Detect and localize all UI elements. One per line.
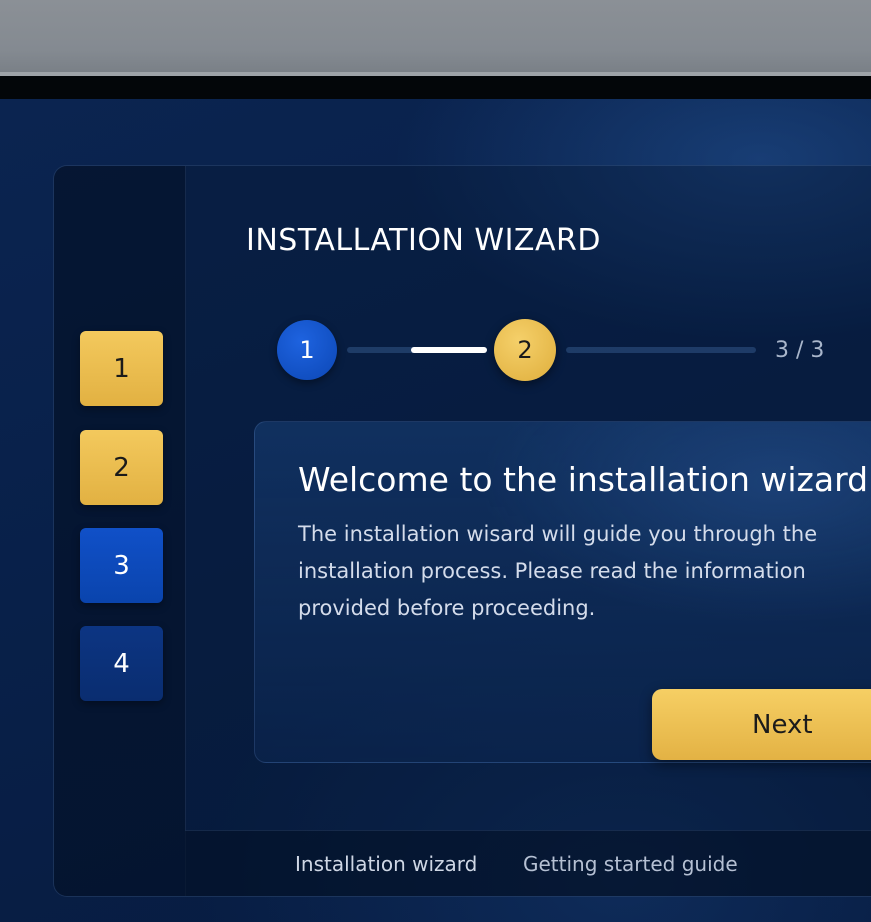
sidebar-step-label: 1	[113, 353, 130, 384]
footer-bar: Installation wizard Getting started guid…	[185, 830, 871, 896]
sidebar-step-label: 3	[113, 550, 130, 581]
sidebar-step-4[interactable]: 4	[80, 626, 163, 701]
step-counter: 3 / 3	[775, 338, 825, 363]
next-button[interactable]: Next	[652, 689, 871, 760]
progress-step-label: 2	[517, 336, 533, 364]
monitor-bezel-inner	[0, 76, 871, 99]
card-body-text: The installation wisard will guide you t…	[298, 522, 818, 620]
wizard-main: INSTALLATION WIZARD 1 2 3 / 3 Welcome to…	[185, 166, 871, 896]
card-heading: Welcome to the installation wizard	[298, 460, 869, 499]
progress-track-active	[411, 347, 487, 353]
progress-track	[566, 347, 756, 353]
step-sidebar: 1 2 3 4	[54, 166, 186, 896]
progress-step-2[interactable]: 2	[494, 319, 556, 381]
screen: 1 2 3 4 INSTALLATION WIZARD 1 2 3 / 3 We…	[0, 99, 871, 922]
progress-step-label: 1	[299, 336, 315, 364]
progress-step-1[interactable]: 1	[277, 320, 337, 380]
sidebar-step-2[interactable]: 2	[80, 430, 163, 505]
sidebar-step-3[interactable]: 3	[80, 528, 163, 603]
wizard-panel: 1 2 3 4 INSTALLATION WIZARD 1 2 3 / 3 We…	[53, 165, 871, 897]
sidebar-step-1[interactable]: 1	[80, 331, 163, 406]
sidebar-step-label: 2	[113, 452, 130, 483]
footer-link-installation-wizard[interactable]: Installation wizard	[295, 852, 477, 876]
page-title: INSTALLATION WIZARD	[246, 223, 601, 258]
monitor-bezel-top	[0, 0, 871, 72]
footer-link-getting-started[interactable]: Getting started guide	[523, 852, 738, 876]
next-button-label: Next	[752, 709, 813, 740]
sidebar-step-label: 4	[113, 648, 130, 679]
